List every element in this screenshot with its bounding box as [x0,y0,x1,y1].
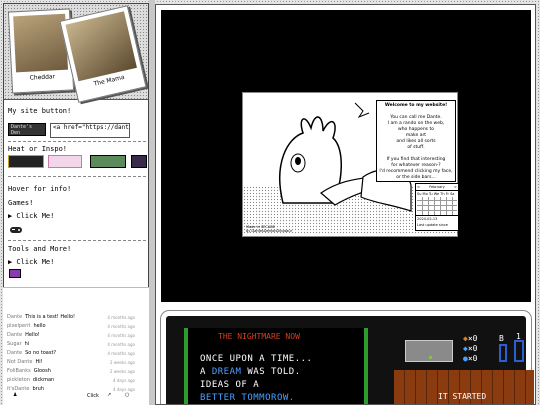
divider [8,176,146,177]
welcome-note: Welcome to my website! You can call me D… [376,100,456,182]
chat-box: Dante This is a test! Hello! 4 months ago … [3,287,149,405]
minimap-marker [429,356,432,359]
story-line: ONCE UPON A TIME... [200,354,313,364]
external-link-icon[interactable]: ↗ [107,392,111,398]
hud-key-count: ◆×0 [463,334,478,343]
inspo-button-2[interactable] [48,155,82,168]
photo-collage: Cheddar The Mama [4,4,148,103]
chat-click-button[interactable]: Click [87,393,99,399]
game-title: THE NIGHTMARE NOW [218,332,300,341]
main-content: Welcome to my website! You can call me D… [155,4,536,405]
photo-caption: Cheddar [29,73,56,82]
chat-toolbar: ♟ Click ↗ ○ [7,391,135,401]
hud-gem-count: ◆×0 [463,344,478,353]
chat-message: FoliBanks Gloosh 2 weeks ago [7,368,135,374]
hover-info-heading: Hover for info! [8,185,72,193]
calendar-grid[interactable] [417,197,457,215]
chat-message: Dante This is a test! Hello! 4 months ago [7,314,135,320]
divider [8,141,146,142]
tools-icon[interactable] [9,269,21,278]
hud-level: 1 [516,332,521,341]
circle-icon[interactable]: ○ [125,392,129,398]
artwork-credit: Made in SECADE by DantesDemonDinosaur [246,225,292,233]
chat-message: Not Dante Hi! 2 weeks ago [7,359,135,365]
heat-inspo-heading: Heat or Inspo! [8,145,68,153]
chat-message: Dante So no toast? 4 months ago [7,350,135,356]
minimap [405,340,453,362]
calendar-widget: < February > Su Mo Tu We Th Fr Sa 2024-0… [415,183,459,231]
a-item-slot [514,340,524,362]
story-line: IDEAS OF A [200,380,260,390]
it-started-caption: IT STARTED [438,392,487,401]
chat-message: Dante Hello! 4 months ago [7,332,135,338]
prev-month-button[interactable]: < [417,185,420,189]
story-textbox: THE NIGHTMARE NOW ONCE UPON A TIME... A … [184,328,368,404]
chat-message: Sugar hi 4 months ago [7,341,135,347]
b-item-slot [499,344,507,362]
credit-line: by DantesDemonDinosaur [246,229,293,233]
tools-click-me-link[interactable]: ▶ Click Me! [8,258,54,266]
inspo-button-4[interactable] [131,155,147,168]
highlight-word: DREAM [211,367,242,377]
divider [8,240,146,241]
games-heading: Games! [8,199,34,207]
inspo-button-1[interactable] [8,155,44,168]
site-button-heading: My site button! [8,107,72,115]
hud-bomb-count: ●×0 [463,354,478,363]
story-line: BETTER TOMMOROW. [200,393,295,403]
chat-message: pickleton dickman 4 days ago [7,377,135,383]
calendar-month: February [429,185,445,189]
story-line: A DREAM WAS TOLD. [200,367,301,377]
games-click-me-link[interactable]: ▶ Click Me! [8,212,54,220]
chat-message: pixelperit hello 4 months ago [7,323,135,329]
site-button-badge[interactable]: Dante's Den [8,123,46,136]
next-month-button[interactable]: > [454,185,457,189]
hero-panel: Welcome to my website! You can call me D… [161,10,531,302]
site-button-code-field[interactable]: <a href="https://dante [50,123,130,138]
hero-artwork[interactable]: Welcome to my website! You can call me D… [242,92,459,237]
tools-heading: Tools and More! [8,245,72,253]
calendar-header: < February > [416,184,458,191]
user-icon[interactable]: ♟ [13,392,17,398]
last-update-label: Last update since [417,223,448,227]
gamepad-icon[interactable] [9,225,23,235]
hud-b-slot: B [499,334,504,343]
game-panel[interactable]: THE NIGHTMARE NOW ONCE UPON A TIME... A … [160,310,534,404]
welcome-line: or the side bars... [396,175,436,180]
calendar-date: 2024-02-13 [416,215,458,222]
inspo-button-3[interactable] [90,155,126,168]
